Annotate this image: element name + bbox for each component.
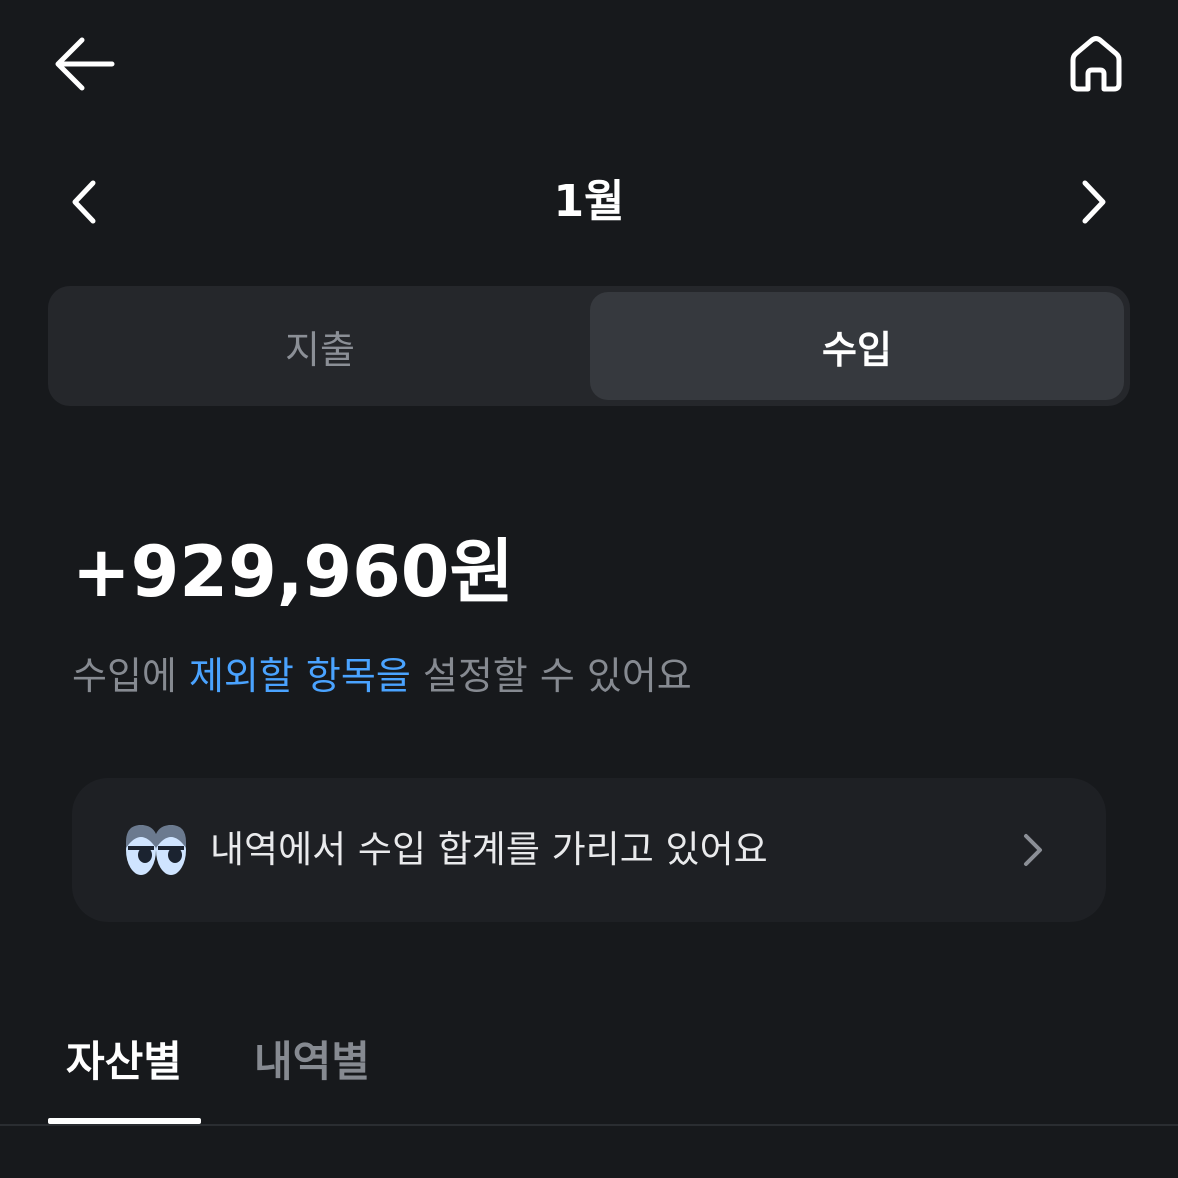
hint-suffix: 설정할 수 있어요	[410, 654, 692, 698]
next-month-button[interactable]	[1066, 170, 1122, 234]
expense-income-segment: 지출 수입	[48, 286, 1130, 406]
home-button[interactable]	[1056, 24, 1136, 104]
notice-text: 내역에서 수입 합계를 가리고 있어요	[210, 828, 768, 871]
income-summary-screen: 1월 지출 수입 +929,960원 수입에 제외할 항목을 설정할 수 있어요…	[0, 0, 1178, 1178]
previous-month-button[interactable]	[56, 170, 112, 234]
total-income-amount: +929,960원	[72, 531, 514, 613]
tab-divider	[0, 1124, 1178, 1126]
chevron-right-icon	[1082, 180, 1106, 224]
eyes-icon	[126, 825, 186, 875]
month-title: 1월	[553, 176, 625, 227]
chevron-left-icon	[72, 180, 96, 224]
arrow-left-icon	[55, 37, 115, 91]
tab-by-history[interactable]: 내역별	[254, 1030, 370, 1094]
back-button[interactable]	[44, 28, 124, 100]
chevron-right-icon	[1024, 834, 1042, 866]
exclusion-hint: 수입에 제외할 항목을 설정할 수 있어요	[72, 648, 692, 704]
hidden-total-notice[interactable]: 내역에서 수입 합계를 가리고 있어요	[72, 778, 1106, 922]
segment-tab-expense[interactable]: 지출	[54, 292, 586, 400]
exclude-items-link[interactable]: 제외할 항목을	[189, 654, 411, 698]
home-icon	[1070, 36, 1122, 92]
hint-prefix: 수입에	[72, 654, 189, 698]
segment-tab-income[interactable]: 수입	[590, 292, 1124, 400]
tab-by-asset[interactable]: 자산별	[66, 1030, 182, 1094]
